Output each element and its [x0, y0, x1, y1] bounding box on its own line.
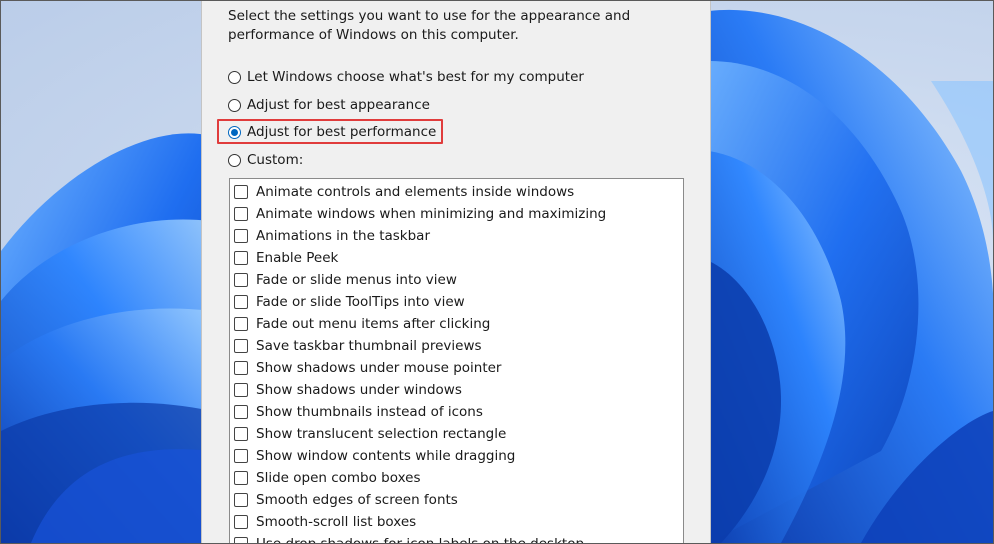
- effect-label: Slide open combo boxes: [256, 470, 421, 486]
- effect-animate-windows[interactable]: Animate windows when minimizing and maxi…: [234, 203, 606, 225]
- effect-label: Animate windows when minimizing and maxi…: [256, 206, 607, 222]
- visual-effects-list[interactable]: Animate controls and elements inside win…: [229, 178, 684, 544]
- checkbox[interactable]: [234, 273, 248, 287]
- effect-animate-controls[interactable]: Animate controls and elements inside win…: [234, 181, 574, 203]
- effect-label: Fade out menu items after clicking: [256, 316, 491, 332]
- effect-slide-combo-boxes[interactable]: Slide open combo boxes: [234, 467, 421, 489]
- checkbox[interactable]: [234, 295, 248, 309]
- effect-label: Show shadows under mouse pointer: [256, 360, 502, 376]
- checkbox[interactable]: [234, 339, 248, 353]
- effect-label: Use drop shadows for icon labels on the …: [256, 536, 585, 544]
- effect-label: Fade or slide menus into view: [256, 272, 457, 288]
- effect-fade-menus[interactable]: Fade or slide menus into view: [234, 269, 457, 291]
- effect-label: Show thumbnails instead of icons: [256, 404, 483, 420]
- radio-let-windows-choose[interactable]: Let Windows choose what's best for my co…: [228, 67, 584, 87]
- effect-pointer-shadows[interactable]: Show shadows under mouse pointer: [234, 357, 502, 379]
- effect-icon-label-shadows[interactable]: Use drop shadows for icon labels on the …: [234, 533, 585, 544]
- checkbox[interactable]: [234, 383, 248, 397]
- effect-fade-tooltips[interactable]: Fade or slide ToolTips into view: [234, 291, 465, 313]
- radio-label: Let Windows choose what's best for my co…: [247, 69, 584, 85]
- radio-label: Custom:: [247, 152, 304, 168]
- checkbox[interactable]: [234, 471, 248, 485]
- effect-smooth-fonts[interactable]: Smooth edges of screen fonts: [234, 489, 458, 511]
- effect-smooth-scroll[interactable]: Smooth-scroll list boxes: [234, 511, 416, 533]
- effect-taskbar-thumbnails[interactable]: Save taskbar thumbnail previews: [234, 335, 482, 357]
- radio-custom[interactable]: Custom:: [228, 150, 303, 170]
- effect-label: Enable Peek: [256, 250, 339, 266]
- radio-button[interactable]: [228, 153, 241, 167]
- effect-label: Fade or slide ToolTips into view: [256, 294, 465, 310]
- effect-label: Save taskbar thumbnail previews: [256, 338, 482, 354]
- performance-options-dialog: Select the settings you want to use for …: [201, 1, 711, 544]
- checkbox[interactable]: [234, 537, 248, 543]
- effect-window-contents-dragging[interactable]: Show window contents while dragging: [234, 445, 515, 467]
- effect-label: Show translucent selection rectangle: [256, 426, 507, 442]
- screenshot-frame: Select the settings you want to use for …: [0, 0, 994, 544]
- effect-enable-peek[interactable]: Enable Peek: [234, 247, 338, 269]
- effect-translucent-selection[interactable]: Show translucent selection rectangle: [234, 423, 506, 445]
- checkbox[interactable]: [234, 427, 248, 441]
- effect-label: Smooth edges of screen fonts: [256, 492, 458, 508]
- checkbox[interactable]: [234, 449, 248, 463]
- effect-thumbnails-instead-of-icons[interactable]: Show thumbnails instead of icons: [234, 401, 483, 423]
- checkbox[interactable]: [234, 493, 248, 507]
- red-highlight-box: [217, 119, 443, 144]
- effect-fade-menu-items[interactable]: Fade out menu items after clicking: [234, 313, 490, 335]
- effect-label: Show window contents while dragging: [256, 448, 516, 464]
- intro-line-1: Select the settings you want to use for …: [228, 8, 631, 24]
- effect-label: Show shadows under windows: [256, 382, 462, 398]
- checkbox[interactable]: [234, 515, 248, 529]
- checkbox[interactable]: [234, 185, 248, 199]
- checkbox[interactable]: [234, 251, 248, 265]
- effect-taskbar-animations[interactable]: Animations in the taskbar: [234, 225, 430, 247]
- checkbox[interactable]: [234, 361, 248, 375]
- intro-text: Select the settings you want to use for …: [228, 7, 648, 45]
- checkbox[interactable]: [234, 405, 248, 419]
- effect-label: Animate controls and elements inside win…: [256, 184, 575, 200]
- effect-label: Smooth-scroll list boxes: [256, 514, 417, 530]
- checkbox[interactable]: [234, 317, 248, 331]
- effect-label: Animations in the taskbar: [256, 228, 431, 244]
- radio-label: Adjust for best appearance: [247, 97, 430, 113]
- radio-button[interactable]: [228, 98, 241, 112]
- radio-button[interactable]: [228, 70, 241, 84]
- intro-line-2: performance of Windows on this computer.: [228, 27, 519, 43]
- checkbox[interactable]: [234, 207, 248, 221]
- effect-window-shadows[interactable]: Show shadows under windows: [234, 379, 462, 401]
- radio-best-appearance[interactable]: Adjust for best appearance: [228, 95, 430, 115]
- checkbox[interactable]: [234, 229, 248, 243]
